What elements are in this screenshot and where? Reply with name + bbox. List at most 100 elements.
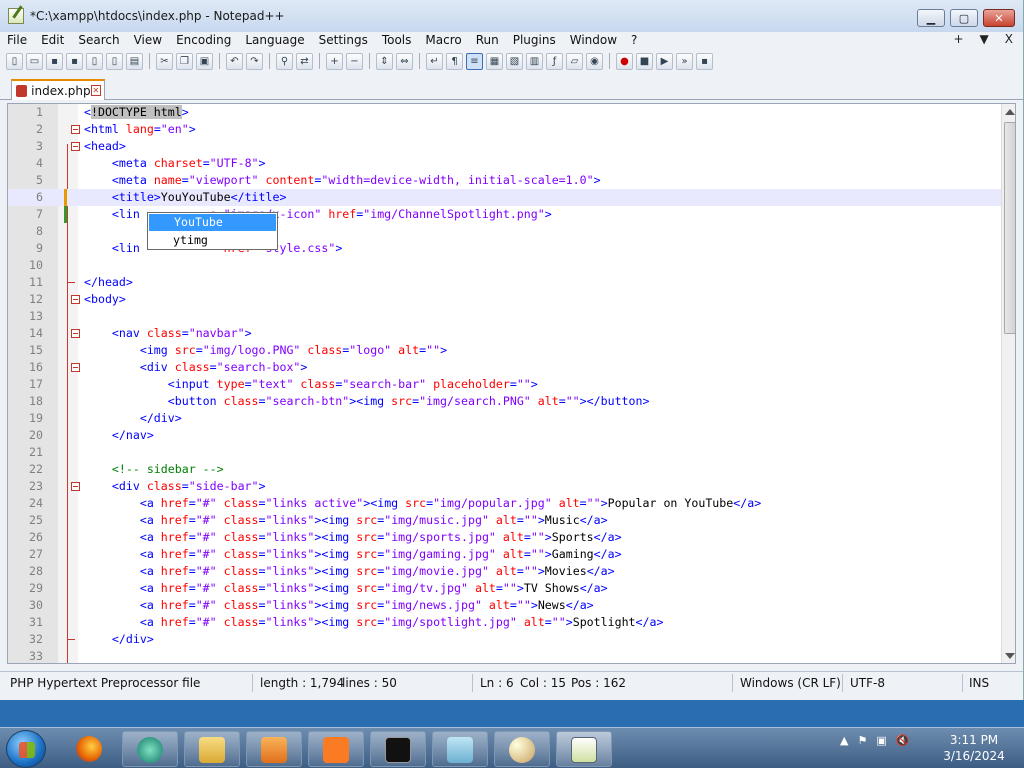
indent-guide-icon[interactable]: ≡ — [466, 52, 483, 70]
tab-close-icon[interactable]: ✕ — [90, 85, 101, 96]
taskbar-media-player[interactable] — [246, 731, 302, 767]
code-line[interactable]: 32 </div> — [8, 631, 1003, 648]
code-line[interactable]: 22 <!-- sidebar --> — [8, 461, 1003, 478]
scrollbar-thumb[interactable] — [1004, 122, 1015, 334]
run-macro-multiple-icon[interactable]: » — [676, 52, 693, 70]
close-all-icon[interactable]: ▯ — [106, 52, 123, 70]
menu-view[interactable]: View — [127, 32, 169, 49]
doc-list-icon[interactable]: ▥ — [526, 52, 543, 70]
menu-settings[interactable]: Settings — [312, 32, 375, 49]
close-document-icon[interactable]: X — [1005, 32, 1013, 46]
stop-macro-icon[interactable]: ■ — [636, 52, 653, 70]
fold-collapse-icon[interactable] — [71, 329, 80, 338]
code-line[interactable]: 31 <a href="#" class="links"><img src="i… — [8, 614, 1003, 631]
action-center-flag-icon[interactable]: ⚑ — [857, 734, 867, 747]
udl-icon[interactable]: ▦ — [486, 52, 503, 70]
save-icon[interactable]: ▪ — [46, 52, 63, 70]
replace-icon[interactable]: ⇄ — [296, 52, 313, 70]
show-hidden-icons-icon[interactable]: ▲ — [840, 734, 848, 747]
cut-icon[interactable]: ✂ — [156, 52, 173, 70]
code-editor[interactable]: 1 <!DOCTYPE html> 2 <html lang="en"> 3 <head>… — [7, 103, 1016, 664]
menu-file[interactable]: File — [0, 32, 34, 49]
copy-icon[interactable]: ❐ — [176, 52, 193, 70]
menu-macro[interactable]: Macro — [418, 32, 468, 49]
menu-run[interactable]: Run — [469, 32, 506, 49]
taskbar-firefox[interactable] — [64, 731, 114, 767]
code-line[interactable]: 23 <div class="side-bar"> — [8, 478, 1003, 495]
menu-edit[interactable]: Edit — [34, 32, 71, 49]
play-macro-icon[interactable]: ▶ — [656, 52, 673, 70]
tab-index-php[interactable]: index.php ✕ — [11, 79, 105, 100]
minimize-button[interactable]: ▁ — [917, 9, 945, 27]
code-line[interactable]: 14 <nav class="navbar"> — [8, 325, 1003, 342]
status-eol[interactable]: Windows (CR LF) — [740, 676, 841, 690]
scroll-down-arrow-icon[interactable] — [1005, 653, 1015, 659]
new-file-icon[interactable]: ▯ — [6, 52, 23, 70]
menu-window[interactable]: Window — [563, 32, 624, 49]
word-wrap-icon[interactable]: ↵ — [426, 52, 443, 70]
sync-vertical-icon[interactable]: ⇕ — [376, 52, 393, 70]
undo-icon[interactable]: ↶ — [226, 52, 243, 70]
zoom-out-icon[interactable]: − — [346, 52, 363, 70]
code-line[interactable]: 4 <meta charset="UTF-8"> — [8, 155, 1003, 172]
function-list-icon[interactable]: ƒ — [546, 52, 563, 70]
code-line[interactable]: 6 <title>YouYouTube</title> — [8, 189, 1003, 206]
notepadpp-app-icon[interactable] — [8, 8, 24, 24]
vertical-scrollbar[interactable] — [1001, 104, 1015, 663]
fold-collapse-icon[interactable] — [71, 295, 80, 304]
taskbar-command-prompt[interactable] — [370, 731, 426, 767]
code-line[interactable]: 18 <button class="search-btn"><img src="… — [8, 393, 1003, 410]
doc-map-icon[interactable]: ▧ — [506, 52, 523, 70]
code-line[interactable]: 16 <div class="search-box"> — [8, 359, 1003, 376]
monitoring-icon[interactable]: ◉ — [586, 52, 603, 70]
code-line[interactable]: 11 </head> — [8, 274, 1003, 291]
title-bar[interactable]: *C:\xampp\htdocs\index.php - Notepad++ ▁… — [0, 0, 1023, 32]
code-line[interactable]: 3 <head> — [8, 138, 1003, 155]
code-line[interactable]: 21 — [8, 444, 1003, 461]
print-icon[interactable]: ▤ — [126, 52, 143, 70]
code-line[interactable]: 12 <body> — [8, 291, 1003, 308]
network-icon[interactable]: ▣ — [876, 734, 886, 747]
code-line[interactable]: 1 <!DOCTYPE html> — [8, 104, 1003, 121]
start-button[interactable] — [6, 730, 46, 768]
autocomplete-option[interactable]: YouTube — [149, 214, 276, 231]
code-line[interactable]: 17 <input type="text" class="search-bar"… — [8, 376, 1003, 393]
code-line[interactable]: 30 <a href="#" class="links"><img src="i… — [8, 597, 1003, 614]
fold-collapse-icon[interactable] — [71, 142, 80, 151]
fold-collapse-icon[interactable] — [71, 125, 80, 134]
scroll-up-arrow-icon[interactable] — [1005, 109, 1015, 115]
taskbar-notepadpp[interactable] — [556, 731, 612, 767]
menu-tools[interactable]: Tools — [375, 32, 419, 49]
maximize-button[interactable]: ▢ — [950, 9, 978, 27]
fold-collapse-icon[interactable] — [71, 482, 80, 491]
redo-icon[interactable]: ↷ — [246, 52, 263, 70]
code-line[interactable]: 24 <a href="#" class="links active"><img… — [8, 495, 1003, 512]
menu-help[interactable]: ? — [624, 32, 644, 49]
menu-encoding[interactable]: Encoding — [169, 32, 238, 49]
taskbar-file-explorer[interactable] — [184, 731, 240, 767]
find-icon[interactable]: ⚲ — [276, 52, 293, 70]
taskbar-xampp[interactable] — [308, 731, 364, 767]
code-line[interactable]: 10 — [8, 257, 1003, 274]
code-line[interactable]: 28 <a href="#" class="links"><img src="i… — [8, 563, 1003, 580]
fold-collapse-icon[interactable] — [71, 363, 80, 372]
code-line[interactable]: 5 <meta name="viewport" content="width=d… — [8, 172, 1003, 189]
menu-search[interactable]: Search — [71, 32, 126, 49]
paste-icon[interactable]: ▣ — [196, 52, 213, 70]
open-file-icon[interactable]: ▭ — [26, 52, 43, 70]
status-insert-mode[interactable]: INS — [969, 676, 989, 690]
show-all-chars-icon[interactable]: ¶ — [446, 52, 463, 70]
code-line[interactable]: 2 <html lang="en"> — [8, 121, 1003, 138]
sync-horizontal-icon[interactable]: ⇔ — [396, 52, 413, 70]
autocomplete-option[interactable]: ytimg — [148, 232, 277, 249]
code-line[interactable]: 13 — [8, 308, 1003, 325]
tab-list-dropdown-icon[interactable]: ▼ — [980, 32, 989, 46]
folder-as-workspace-icon[interactable]: ▱ — [566, 52, 583, 70]
save-all-icon[interactable]: ▪ — [66, 52, 83, 70]
code-line[interactable]: 27 <a href="#" class="links"><img src="i… — [8, 546, 1003, 563]
code-line[interactable]: 15 <img src="img/logo.PNG" class="logo" … — [8, 342, 1003, 359]
menu-language[interactable]: Language — [238, 32, 311, 49]
taskbar-app-globe[interactable] — [122, 731, 178, 767]
close-file-icon[interactable]: ▯ — [86, 52, 103, 70]
code-line[interactable]: 25 <a href="#" class="links"><img src="i… — [8, 512, 1003, 529]
